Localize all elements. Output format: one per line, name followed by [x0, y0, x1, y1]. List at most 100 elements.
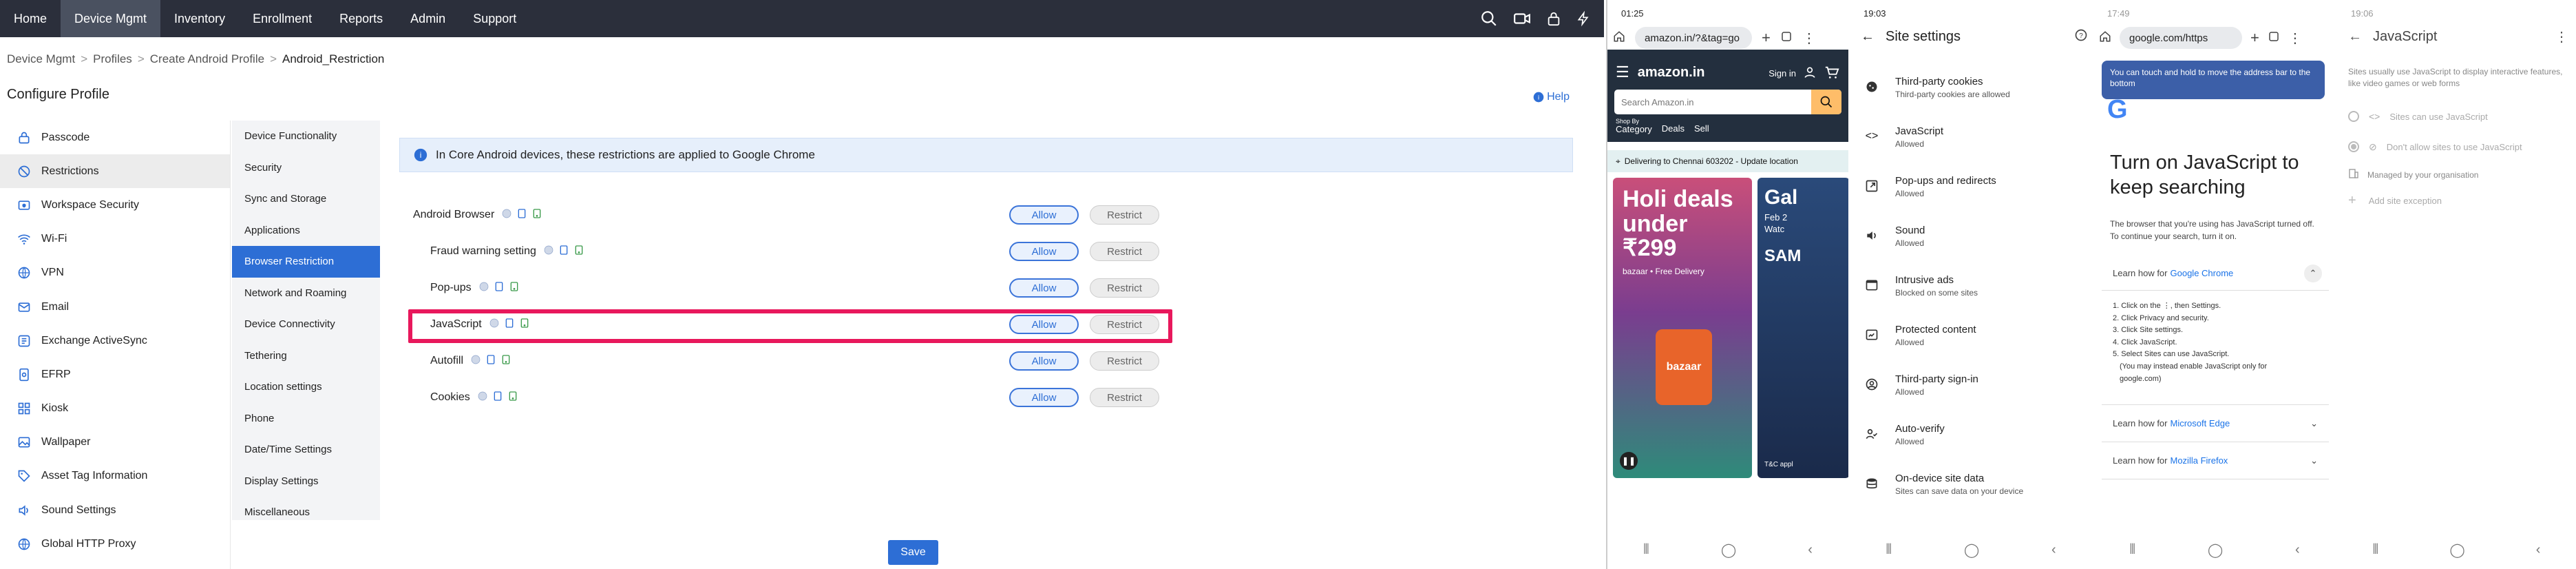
allow-button[interactable]: Allow: [1009, 388, 1079, 407]
home-button-icon[interactable]: ◯: [2449, 541, 2464, 559]
recents-icon[interactable]: ⦀: [1886, 542, 1892, 558]
home-button-icon[interactable]: ◯: [2208, 541, 2223, 559]
home-button-icon[interactable]: ◯: [1964, 541, 1979, 559]
url-field[interactable]: amazon.in/?&tag=go: [1635, 27, 1752, 49]
option-sites-can-use-js[interactable]: <> Sites can use JavaScript: [2348, 105, 2566, 128]
restrict-button[interactable]: Restrict: [1090, 388, 1159, 407]
home-button-icon[interactable]: ◯: [1721, 541, 1736, 559]
recents-icon[interactable]: ⦀: [2129, 542, 2135, 558]
help-link[interactable]: i Help: [1533, 91, 1570, 103]
restrict-button[interactable]: Restrict: [1090, 242, 1159, 261]
profile-menu-sound-settings[interactable]: Sound Settings: [0, 493, 230, 527]
recents-icon[interactable]: ⦀: [2373, 542, 2379, 558]
allow-button[interactable]: Allow: [1009, 351, 1079, 371]
google-chrome-link[interactable]: Google Chrome: [2171, 268, 2234, 278]
category-location-settings[interactable]: Location settings: [232, 371, 380, 403]
amazon-search-box[interactable]: Search Amazon.in: [1614, 90, 1841, 114]
cart-icon[interactable]: [1824, 65, 1840, 82]
tabs-icon[interactable]: [2268, 30, 2280, 46]
back-arrow-icon[interactable]: ←: [1861, 29, 1875, 45]
learn-edge-header[interactable]: Learn how for Microsoft Edge ⌄: [2102, 405, 2329, 442]
category-phone[interactable]: Phone: [232, 403, 380, 435]
chevron-up-icon[interactable]: ⌃: [2304, 264, 2322, 282]
recents-icon[interactable]: ⦀: [1643, 542, 1649, 558]
site-setting-third-party-cookies[interactable]: Third-party cookies Third-party cookies a…: [1850, 69, 2092, 118]
category-browser-restriction[interactable]: Browser Restriction: [232, 246, 380, 278]
profile-menu-workspace-security[interactable]: Workspace Security: [0, 188, 230, 222]
back-arrow-icon[interactable]: ←: [2348, 29, 2362, 45]
profile-menu-exchange-activesync[interactable]: Exchange ActiveSync: [0, 324, 230, 358]
site-setting-on-device-data[interactable]: On-device site data Sites can save data o…: [1850, 466, 2092, 515]
radio-unselected-icon[interactable]: [2348, 111, 2359, 122]
menu-icon[interactable]: ⋮: [2288, 30, 2302, 47]
restrict-button[interactable]: Restrict: [1090, 205, 1159, 225]
chevron-down-icon[interactable]: ⌄: [2310, 455, 2318, 466]
profile-menu-email[interactable]: Email: [0, 290, 230, 324]
pause-icon[interactable]: ❚❚: [1620, 452, 1638, 470]
category-sync-and-storage[interactable]: Sync and Storage: [232, 183, 380, 215]
nav-enrollment[interactable]: Enrollment: [239, 0, 326, 37]
site-setting-intrusive-ads[interactable]: Intrusive ads Blocked on some sites: [1850, 267, 2092, 317]
back-icon[interactable]: ‹: [2536, 542, 2541, 558]
lock-icon[interactable]: [1546, 10, 1561, 27]
site-setting-popups[interactable]: Pop-ups and redirects Allowed: [1850, 168, 2092, 218]
new-tab-icon[interactable]: +: [1762, 29, 1771, 47]
category-tethering[interactable]: Tethering: [232, 340, 380, 372]
signin-link[interactable]: Sign in: [1769, 68, 1796, 79]
allow-button[interactable]: Allow: [1009, 242, 1079, 261]
profile-menu-wifi[interactable]: Wi-Fi: [0, 223, 230, 256]
add-site-exception[interactable]: + Add site exception: [2348, 193, 2442, 209]
video-call-icon[interactable]: [1513, 10, 1531, 28]
home-icon[interactable]: [2099, 30, 2111, 46]
radio-selected-icon[interactable]: [2348, 141, 2359, 152]
save-button[interactable]: Save: [888, 540, 938, 565]
shop-by-category[interactable]: Shop By Category: [1616, 118, 1652, 134]
url-field[interactable]: google.com/https: [2120, 27, 2242, 49]
category-security[interactable]: Security: [232, 152, 380, 184]
nav-home[interactable]: Home: [0, 0, 61, 37]
category-device-connectivity[interactable]: Device Connectivity: [232, 309, 380, 340]
tabs-icon[interactable]: [1780, 30, 1793, 46]
profile-menu-kiosk[interactable]: Kiosk: [0, 392, 230, 426]
nav-admin[interactable]: Admin: [397, 0, 459, 37]
mozilla-firefox-link[interactable]: Mozilla Firefox: [2171, 455, 2228, 466]
search-icon[interactable]: [1811, 90, 1841, 114]
profile-menu-asset-tag[interactable]: Asset Tag Information: [0, 459, 230, 493]
hamburger-icon[interactable]: ☰: [1616, 63, 1629, 81]
allow-button[interactable]: Allow: [1009, 278, 1079, 298]
option-dont-allow-js[interactable]: ⊘ Don't allow sites to use JavaScript: [2348, 135, 2566, 158]
microsoft-edge-link[interactable]: Microsoft Edge: [2171, 418, 2230, 428]
delivery-location-bar[interactable]: ⌖ Delivering to Chennai 603202 - Update …: [1607, 150, 1848, 172]
breadcrumb-profiles[interactable]: Profiles: [93, 52, 132, 66]
profile-menu-restrictions[interactable]: Restrictions: [0, 154, 230, 189]
help-icon[interactable]: ?: [2074, 28, 2088, 45]
profile-menu-wallpaper[interactable]: Wallpaper: [0, 426, 230, 459]
menu-icon[interactable]: ⋮: [2555, 28, 2568, 45]
back-icon[interactable]: ‹: [2295, 542, 2300, 558]
site-setting-protected-content[interactable]: Protected content Allowed: [1850, 317, 2092, 366]
profile-menu-efrp[interactable]: EFRP: [0, 358, 230, 391]
breadcrumb-device-mgmt[interactable]: Device Mgmt: [7, 52, 75, 66]
site-setting-auto-verify[interactable]: Auto-verify Allowed: [1850, 416, 2092, 466]
category-display-settings[interactable]: Display Settings: [232, 466, 380, 497]
site-setting-third-party-sign-in[interactable]: Third-party sign-in Allowed: [1850, 366, 2092, 416]
site-setting-javascript[interactable]: <> JavaScript Allowed: [1850, 118, 2092, 168]
breadcrumb-create-android-profile[interactable]: Create Android Profile: [150, 52, 264, 66]
allow-button[interactable]: Allow: [1009, 205, 1079, 225]
sell-link[interactable]: Sell: [1694, 123, 1709, 134]
category-date-time-settings[interactable]: Date/Time Settings: [232, 434, 380, 466]
new-tab-icon[interactable]: +: [2250, 29, 2259, 47]
home-icon[interactable]: [1613, 30, 1625, 46]
category-device-functionality[interactable]: Device Functionality: [232, 121, 380, 152]
learn-chrome-header[interactable]: Learn how for Google Chrome ⌃: [2102, 256, 2329, 291]
profile-menu-global-http-proxy[interactable]: Global HTTP Proxy: [0, 527, 230, 561]
search-icon[interactable]: [1480, 10, 1498, 28]
category-network-and-roaming[interactable]: Network and Roaming: [232, 278, 380, 309]
back-icon[interactable]: ‹: [2051, 542, 2056, 558]
deals-link[interactable]: Deals: [1662, 123, 1685, 134]
holi-deals-banner[interactable]: Holi deals under ₹299 bazaar • Free Deli…: [1613, 178, 1752, 478]
profile-menu-vpn[interactable]: VPN: [0, 256, 230, 290]
nav-inventory[interactable]: Inventory: [160, 0, 239, 37]
restrict-button[interactable]: Restrict: [1090, 351, 1159, 371]
site-setting-sound[interactable]: Sound Allowed: [1850, 218, 2092, 267]
